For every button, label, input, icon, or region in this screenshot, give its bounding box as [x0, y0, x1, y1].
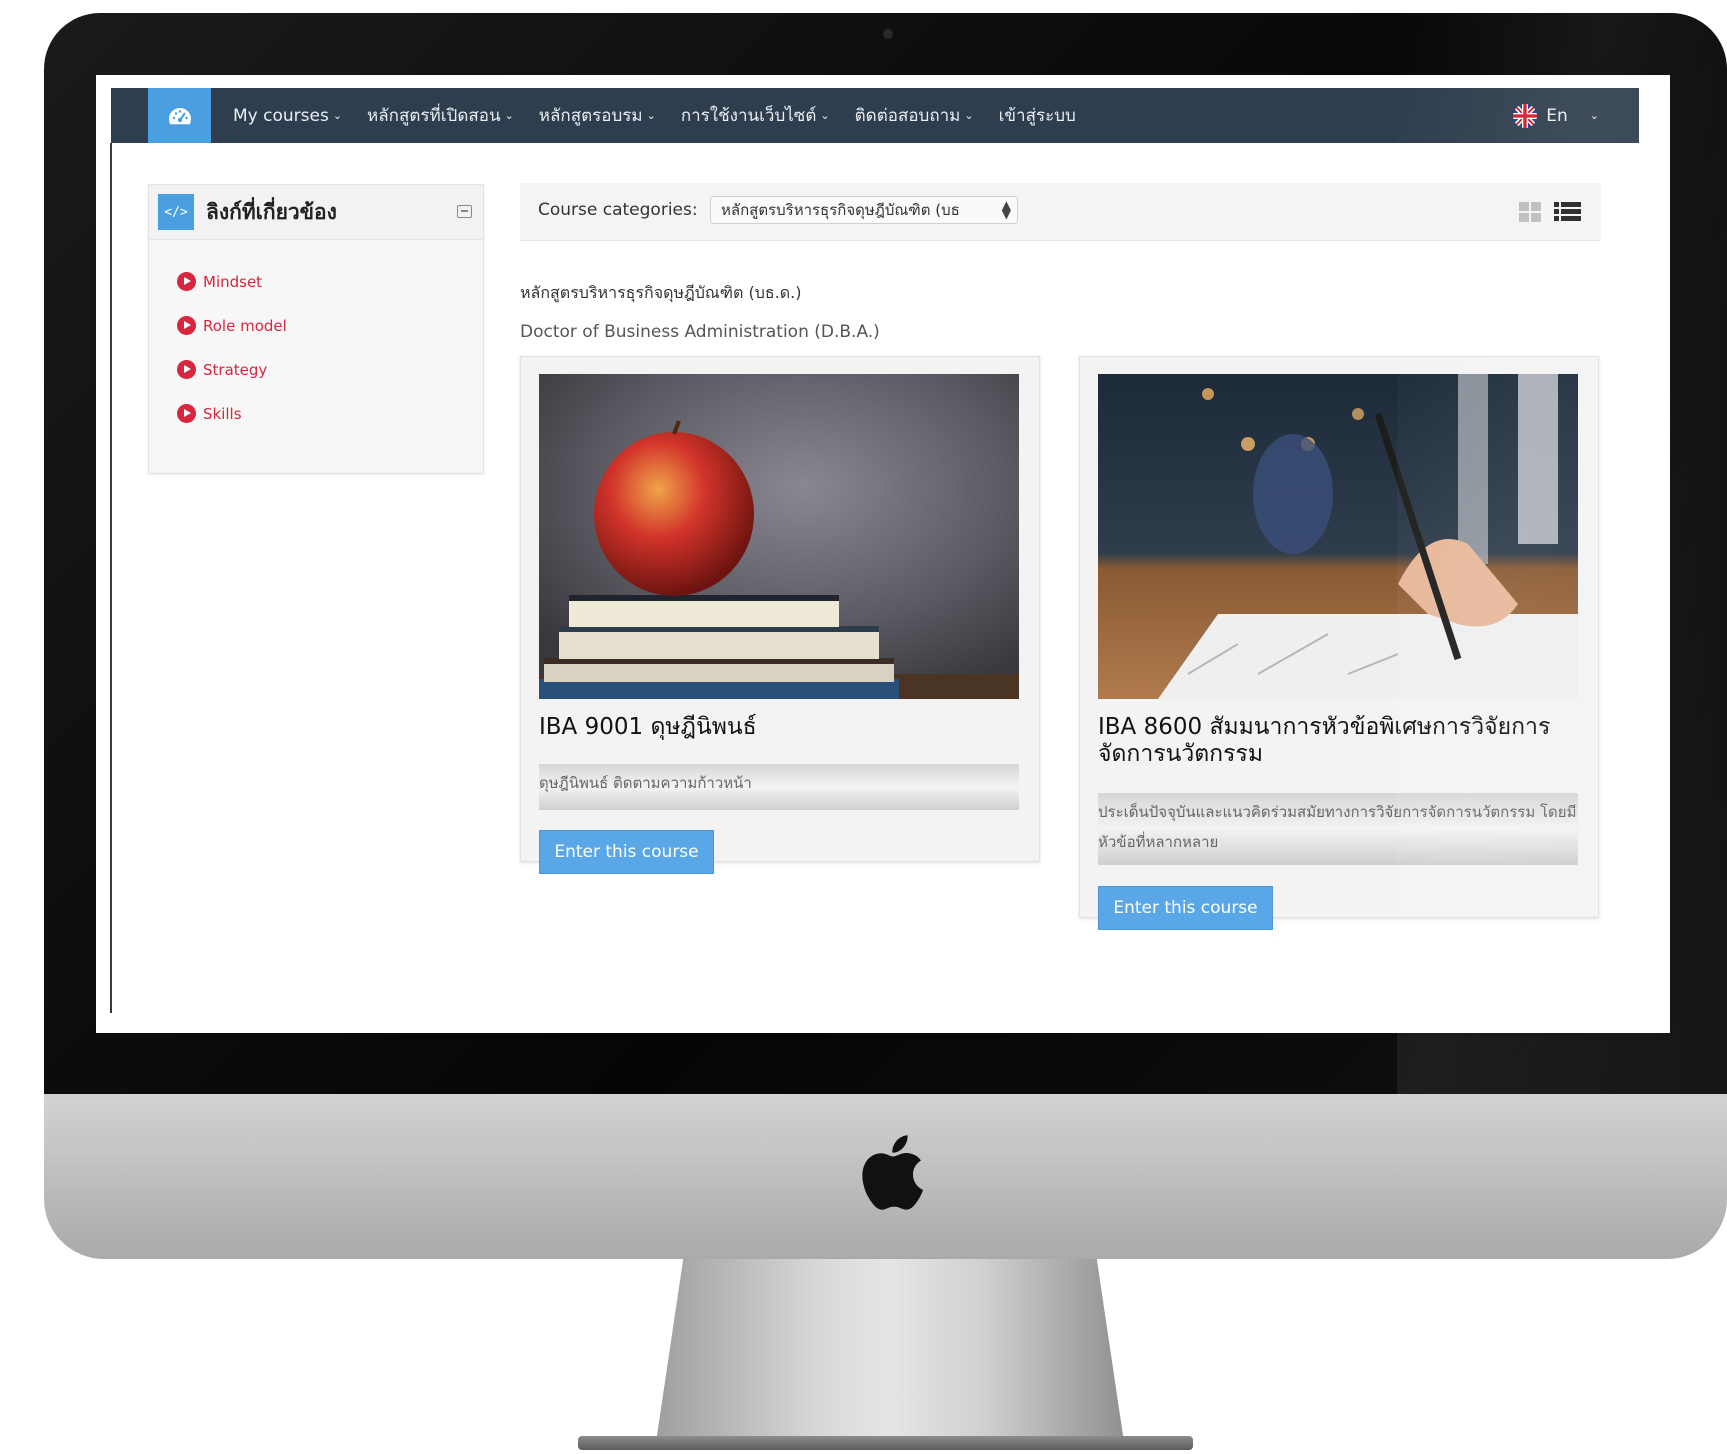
nav-item-open-programs[interactable]: หลักสูตรที่เปิดสอน ⌄: [367, 102, 514, 129]
course-category-select[interactable]: หลักสูตรบริหารธุรกิจดุษฎีบัณฑิต (บธ ▲ ▼: [710, 196, 1018, 224]
enter-course-button[interactable]: Enter this course: [539, 830, 714, 874]
chevron-down-icon: ⌄: [1589, 109, 1599, 122]
chevron-down-icon: ⌄: [332, 109, 343, 122]
sidebar-link-mindset[interactable]: Mindset: [177, 272, 262, 291]
category-name-english: Doctor of Business Administration (D.B.A…: [520, 322, 880, 342]
play-circle-icon: [177, 404, 196, 423]
course-summary: ประเด็นปัจจุบันและแนวคิดร่วมสมัยทางการวิ…: [1098, 793, 1578, 865]
language-selector[interactable]: En ⌄: [1513, 88, 1599, 143]
monitor-base: [578, 1436, 1193, 1450]
page-left-border: [110, 143, 112, 1013]
sidebar-link-label: Skills: [203, 404, 242, 423]
code-icon: </>: [158, 194, 194, 230]
block-header: </> ลิงก์ที่เกี่ยวข้อง: [149, 185, 483, 240]
nav-item-label: การใช้งานเว็บไซต์: [680, 106, 817, 126]
nav-item-label: ติดต่อสอบถาม: [854, 106, 961, 126]
collapse-block-button[interactable]: [457, 205, 472, 218]
dashboard-button[interactable]: [148, 88, 211, 143]
apple-logo-icon: [862, 1135, 923, 1210]
course-title[interactable]: IBA 9001 ดุษฎีนิพนธ์: [539, 714, 757, 741]
dashboard-icon: [168, 107, 191, 124]
course-card: IBA 9001 ดุษฎีนิพนธ์ ดุษฎีนิพนธ์ ติดตามค…: [520, 356, 1040, 874]
uk-flag-icon: [1513, 103, 1538, 128]
nav-item-label: หลักสูตรที่เปิดสอน: [367, 106, 501, 126]
chevron-down-icon: ⌄: [820, 109, 830, 122]
screen: My courses ⌄ หลักสูตรที่เปิดสอน ⌄ หลักสูตร…: [96, 75, 1670, 1033]
select-arrows-icon: ▲ ▼: [1001, 198, 1011, 221]
play-circle-icon: [177, 360, 196, 379]
sidebar-link-strategy[interactable]: Strategy: [177, 360, 267, 379]
nav-item-label: My courses: [233, 105, 329, 126]
course-categories-label: Course categories:: [538, 200, 698, 220]
sidebar-link-skills[interactable]: Skills: [177, 404, 242, 423]
sidebar-link-label: Strategy: [203, 360, 268, 379]
chevron-down-icon: ⌄: [964, 109, 974, 122]
course-image[interactable]: [1098, 374, 1578, 699]
selected-category: หลักสูตรบริหารธุรกิจดุษฎีบัณฑิต (บธ: [721, 201, 960, 219]
apple-on-books-photo: [539, 374, 1019, 699]
play-circle-icon: [177, 272, 196, 291]
nav-menu: My courses ⌄ หลักสูตรที่เปิดสอน ⌄ หลักสูตร…: [233, 88, 1101, 143]
camera-dot: [883, 29, 893, 39]
sidebar-link-role-model[interactable]: Role model: [177, 316, 287, 335]
block-title: ลิงก์ที่เกี่ยวข้อง: [206, 199, 337, 224]
grid-view-icon[interactable]: [1519, 202, 1541, 222]
category-name-thai: หลักสูตรบริหารธุรกิจดุษฎีบัณฑิต (บธ.ด.): [520, 283, 802, 302]
course-summary: ดุษฎีนิพนธ์ ติดตามความก้าวหน้า: [539, 764, 1019, 810]
nav-item-label: หลักสูตรอบรม: [538, 106, 643, 126]
nav-item-label: เข้าสู่ระบบ: [998, 106, 1076, 126]
enter-course-button[interactable]: Enter this course: [1098, 886, 1273, 930]
language-label: En: [1546, 105, 1568, 126]
course-categories-bar: Course categories: หลักสูตรบริหารธุรกิจด…: [520, 183, 1601, 241]
play-circle-icon: [177, 316, 196, 335]
related-links-block: </> ลิงก์ที่เกี่ยวข้อง Mindset Role mode…: [148, 184, 484, 474]
sidebar-link-label: Mindset: [203, 272, 263, 291]
chevron-down-icon: ⌄: [504, 109, 514, 122]
hand-writing-photo: [1098, 374, 1578, 699]
nav-item-website-usage[interactable]: การใช้งานเว็บไซต์ ⌄: [681, 102, 830, 129]
top-navbar: My courses ⌄ หลักสูตรที่เปิดสอน ⌄ หลักสูตร…: [111, 88, 1639, 143]
nav-item-my-courses[interactable]: My courses ⌄: [233, 106, 342, 126]
nav-item-login[interactable]: เข้าสู่ระบบ: [999, 102, 1076, 129]
chevron-down-icon: ⌄: [646, 109, 656, 122]
monitor-stand: [655, 1259, 1125, 1449]
course-title[interactable]: IBA 8600 สัมมนาการหัวข้อพิเศษการวิจัยการ…: [1098, 714, 1578, 768]
sidebar-link-label: Role model: [203, 316, 287, 335]
list-view-icon[interactable]: [1554, 202, 1581, 222]
nav-item-training-programs[interactable]: หลักสูตรอบรม ⌄: [539, 102, 656, 129]
course-image[interactable]: [539, 374, 1019, 699]
course-card: IBA 8600 สัมมนาการหัวข้อพิเศษการวิจัยการ…: [1079, 356, 1599, 930]
nav-item-contact[interactable]: ติดต่อสอบถาม ⌄: [855, 102, 974, 129]
